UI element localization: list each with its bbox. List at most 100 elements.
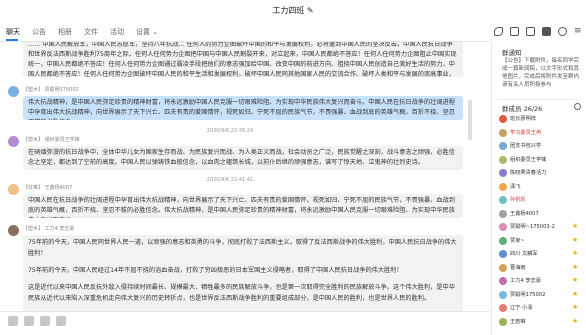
member-item[interactable]: 四川 文麟军 ★: [497, 249, 582, 260]
member-item[interactable]: 王鑫杨4007: [497, 209, 582, 220]
member-name: 贾聪明~175003-2: [510, 224, 555, 230]
member-item[interactable]: 工力4 李志豪 ★: [497, 276, 582, 287]
message-sender[interactable]: 【塑木】 组织委员王学锋: [23, 136, 80, 143]
tab-chat[interactable]: 聊天: [6, 27, 20, 37]
screen-share-icon[interactable]: [526, 27, 535, 36]
chat-scrollbar[interactable]: [468, 100, 472, 140]
member-item[interactable]: 学习委员王冉: [497, 128, 582, 139]
group-notice-title[interactable]: 群通知: [502, 47, 522, 57]
message-bubble[interactable]: 在硝烟弥漫的抗日战争中，全体中华儿女为国家生存而战、为民族复兴而战、为人类正义而…: [23, 146, 463, 170]
member-name: 团支书包兴学: [510, 143, 542, 149]
member-item[interactable]: 贾聪明~175003-2 ★: [497, 222, 582, 233]
message-sender[interactable]: 【塑木】 工力4 李志豪: [23, 225, 74, 232]
member-item[interactable]: 潇飞: [497, 182, 582, 193]
star-icon: ★: [572, 262, 579, 271]
member-avatar[interactable]: [499, 263, 507, 272]
member-avatar[interactable]: [499, 142, 507, 150]
member-item[interactable]: 组织委员王学锋: [497, 155, 582, 166]
tab-album[interactable]: 相册: [58, 27, 72, 37]
message-text: 伟大抗战精神，是中国人民弥足珍贵的精神财富，将永远激励中国人民克服一切艰难险阻、…: [28, 99, 455, 120]
menu-icon[interactable]: ≡: [574, 27, 583, 36]
member-item[interactable]: 贾聪明175002 ★: [497, 290, 582, 301]
member-avatar[interactable]: [499, 304, 507, 312]
message-bubble[interactable]: …… 中国人民解放军，中国人民志愿军，坚持八年抗战… 任何人的势力企图破坏中国的…: [23, 42, 463, 77]
phone-icon[interactable]: [494, 27, 503, 36]
member-avatar[interactable]: [499, 250, 507, 258]
message-bubble[interactable]: 中国人民在抗日战争的壮阔进程中孕育出伟大抗战精神，向世界展示了天下兴亡、匹夫有责…: [23, 194, 463, 218]
member-item[interactable]: 班长廖明祥: [497, 114, 582, 125]
message-paragraph: 75年前的今天，中国人民经过14年不屈不挠的浴血奋战，打败了穷凶极恶的日本军国主…: [28, 267, 403, 274]
video-icon[interactable]: [510, 27, 519, 36]
tab-announcement[interactable]: 公告: [32, 27, 46, 37]
member-item[interactable]: 王若琳 ★: [497, 317, 582, 328]
member-avatar[interactable]: [499, 236, 507, 245]
member-name: 四川 文麟军: [510, 251, 538, 257]
member-name: 学习委员王冉: [510, 129, 542, 136]
member-item[interactable]: 孙帆凯: [497, 195, 582, 206]
star-icon: ★: [572, 316, 579, 325]
message-sender[interactable]: 【塑木】 贾聪明175002: [23, 86, 79, 93]
member-avatar[interactable]: [499, 317, 507, 326]
star-icon: ★: [572, 235, 579, 244]
image-icon[interactable]: [56, 316, 66, 326]
avatar[interactable]: [8, 225, 19, 236]
member-avatar[interactable]: [499, 182, 507, 191]
message-text: 中国人民在抗日战争的壮阔进程中孕育出伟大抗战精神，向世界展示了天下兴亡、匹夫有责…: [28, 197, 455, 218]
window-title[interactable]: 工力四班 ✎: [0, 5, 586, 16]
member-item[interactable]: 贾家~ ★: [497, 236, 582, 247]
message-timestamp: 2020/9/6 22:36:24: [206, 128, 254, 134]
member-avatar[interactable]: [499, 209, 507, 218]
tab-files[interactable]: 文件: [84, 27, 98, 37]
folder-icon[interactable]: [40, 316, 50, 326]
scissors-icon[interactable]: [24, 316, 34, 326]
member-item[interactable]: 陈晓果青春活力: [497, 168, 582, 179]
member-avatar[interactable]: [499, 196, 507, 204]
member-name: 贾家~: [510, 237, 525, 244]
member-item[interactable]: 团支书包兴学: [497, 141, 582, 152]
avatar[interactable]: [8, 184, 19, 195]
member-name: 辽宁·小凛: [510, 305, 533, 311]
member-avatar[interactable]: [499, 169, 507, 177]
star-icon: ★: [572, 249, 579, 257]
active-tab-indicator: [6, 39, 18, 41]
message-timestamp: 2020/9/6 22:41:41: [206, 177, 254, 183]
member-name: 工力4 李志豪: [510, 278, 541, 284]
sidebar-divider: [497, 99, 582, 100]
member-name: 贾聪明175002: [510, 291, 546, 298]
member-name: 王若琳: [510, 318, 526, 325]
tab-settings[interactable]: 设置 ⌄: [136, 27, 158, 37]
member-avatar[interactable]: [499, 128, 507, 137]
member-avatar[interactable]: [499, 155, 507, 164]
member-name: 班长廖明祥: [510, 116, 536, 122]
avatar[interactable]: [8, 86, 19, 97]
star-icon: ★: [572, 276, 579, 284]
member-item[interactable]: 辽宁·小凛 ★: [497, 303, 582, 314]
member-name: 孙帆凯: [510, 197, 526, 203]
message-sender[interactable]: 【仗椎】 王鑫杨4007: [23, 184, 72, 191]
message-text: 在硝烟弥漫的抗日战争中，全体中华儿女为国家生存而战、为民族复兴而战、为人类正义而…: [28, 149, 455, 166]
member-avatar[interactable]: [499, 223, 507, 231]
member-name: 曹海雨: [510, 264, 526, 271]
member-avatar[interactable]: [499, 290, 507, 299]
add-icon[interactable]: [558, 27, 567, 36]
group-notice-text[interactable]: 【公告】下载附件，每名同学完成一篇新闻稿，以文字形式和其他图片，完成后将附件发至…: [502, 57, 582, 89]
chat-history[interactable]: …… 中国人民解放军，中国人民志愿军，坚持八年抗战… 任何人的势力企图破坏中国的…: [0, 42, 490, 335]
tab-bar: 聊天 公告 相册 文件 活动 设置 ⌄: [0, 24, 490, 42]
message-paragraph: 这是近代以来中国人民反抗外敌入侵持续时间最长、规模最大、牺牲最多的民族解放斗争，…: [28, 284, 455, 302]
star-icon: ★: [572, 222, 579, 230]
tab-activity[interactable]: 活动: [110, 27, 124, 37]
message-text: …… 中国人民解放军，中国人民志愿军，坚持八年抗战… 任何人的势力企图破坏中国的…: [28, 42, 457, 77]
avatar[interactable]: [8, 136, 19, 147]
app-icon[interactable]: [542, 27, 551, 36]
member-item[interactable]: 曹海雨 ★: [497, 263, 582, 274]
search-icon[interactable]: [574, 103, 581, 110]
member-avatar[interactable]: [499, 115, 507, 123]
title-bar: 工力四班 ✎: [0, 0, 586, 24]
message-composer[interactable]: [0, 312, 490, 335]
member-name: 王鑫杨4007: [510, 210, 539, 217]
message-bubble[interactable]: 伟大抗战精神，是中国人民弥足珍贵的精神财富，将永远激励中国人民克服一切艰难险阻、…: [23, 96, 463, 120]
member-avatar[interactable]: [499, 277, 507, 285]
member-name: 陈晓果青春活力: [510, 170, 547, 176]
message-paragraph: 75年前的今天，中国人民同世界人民一道，以顽强的意志和英勇的斗争，彻底打败了法西…: [28, 239, 457, 257]
emoji-icon[interactable]: [8, 316, 18, 326]
